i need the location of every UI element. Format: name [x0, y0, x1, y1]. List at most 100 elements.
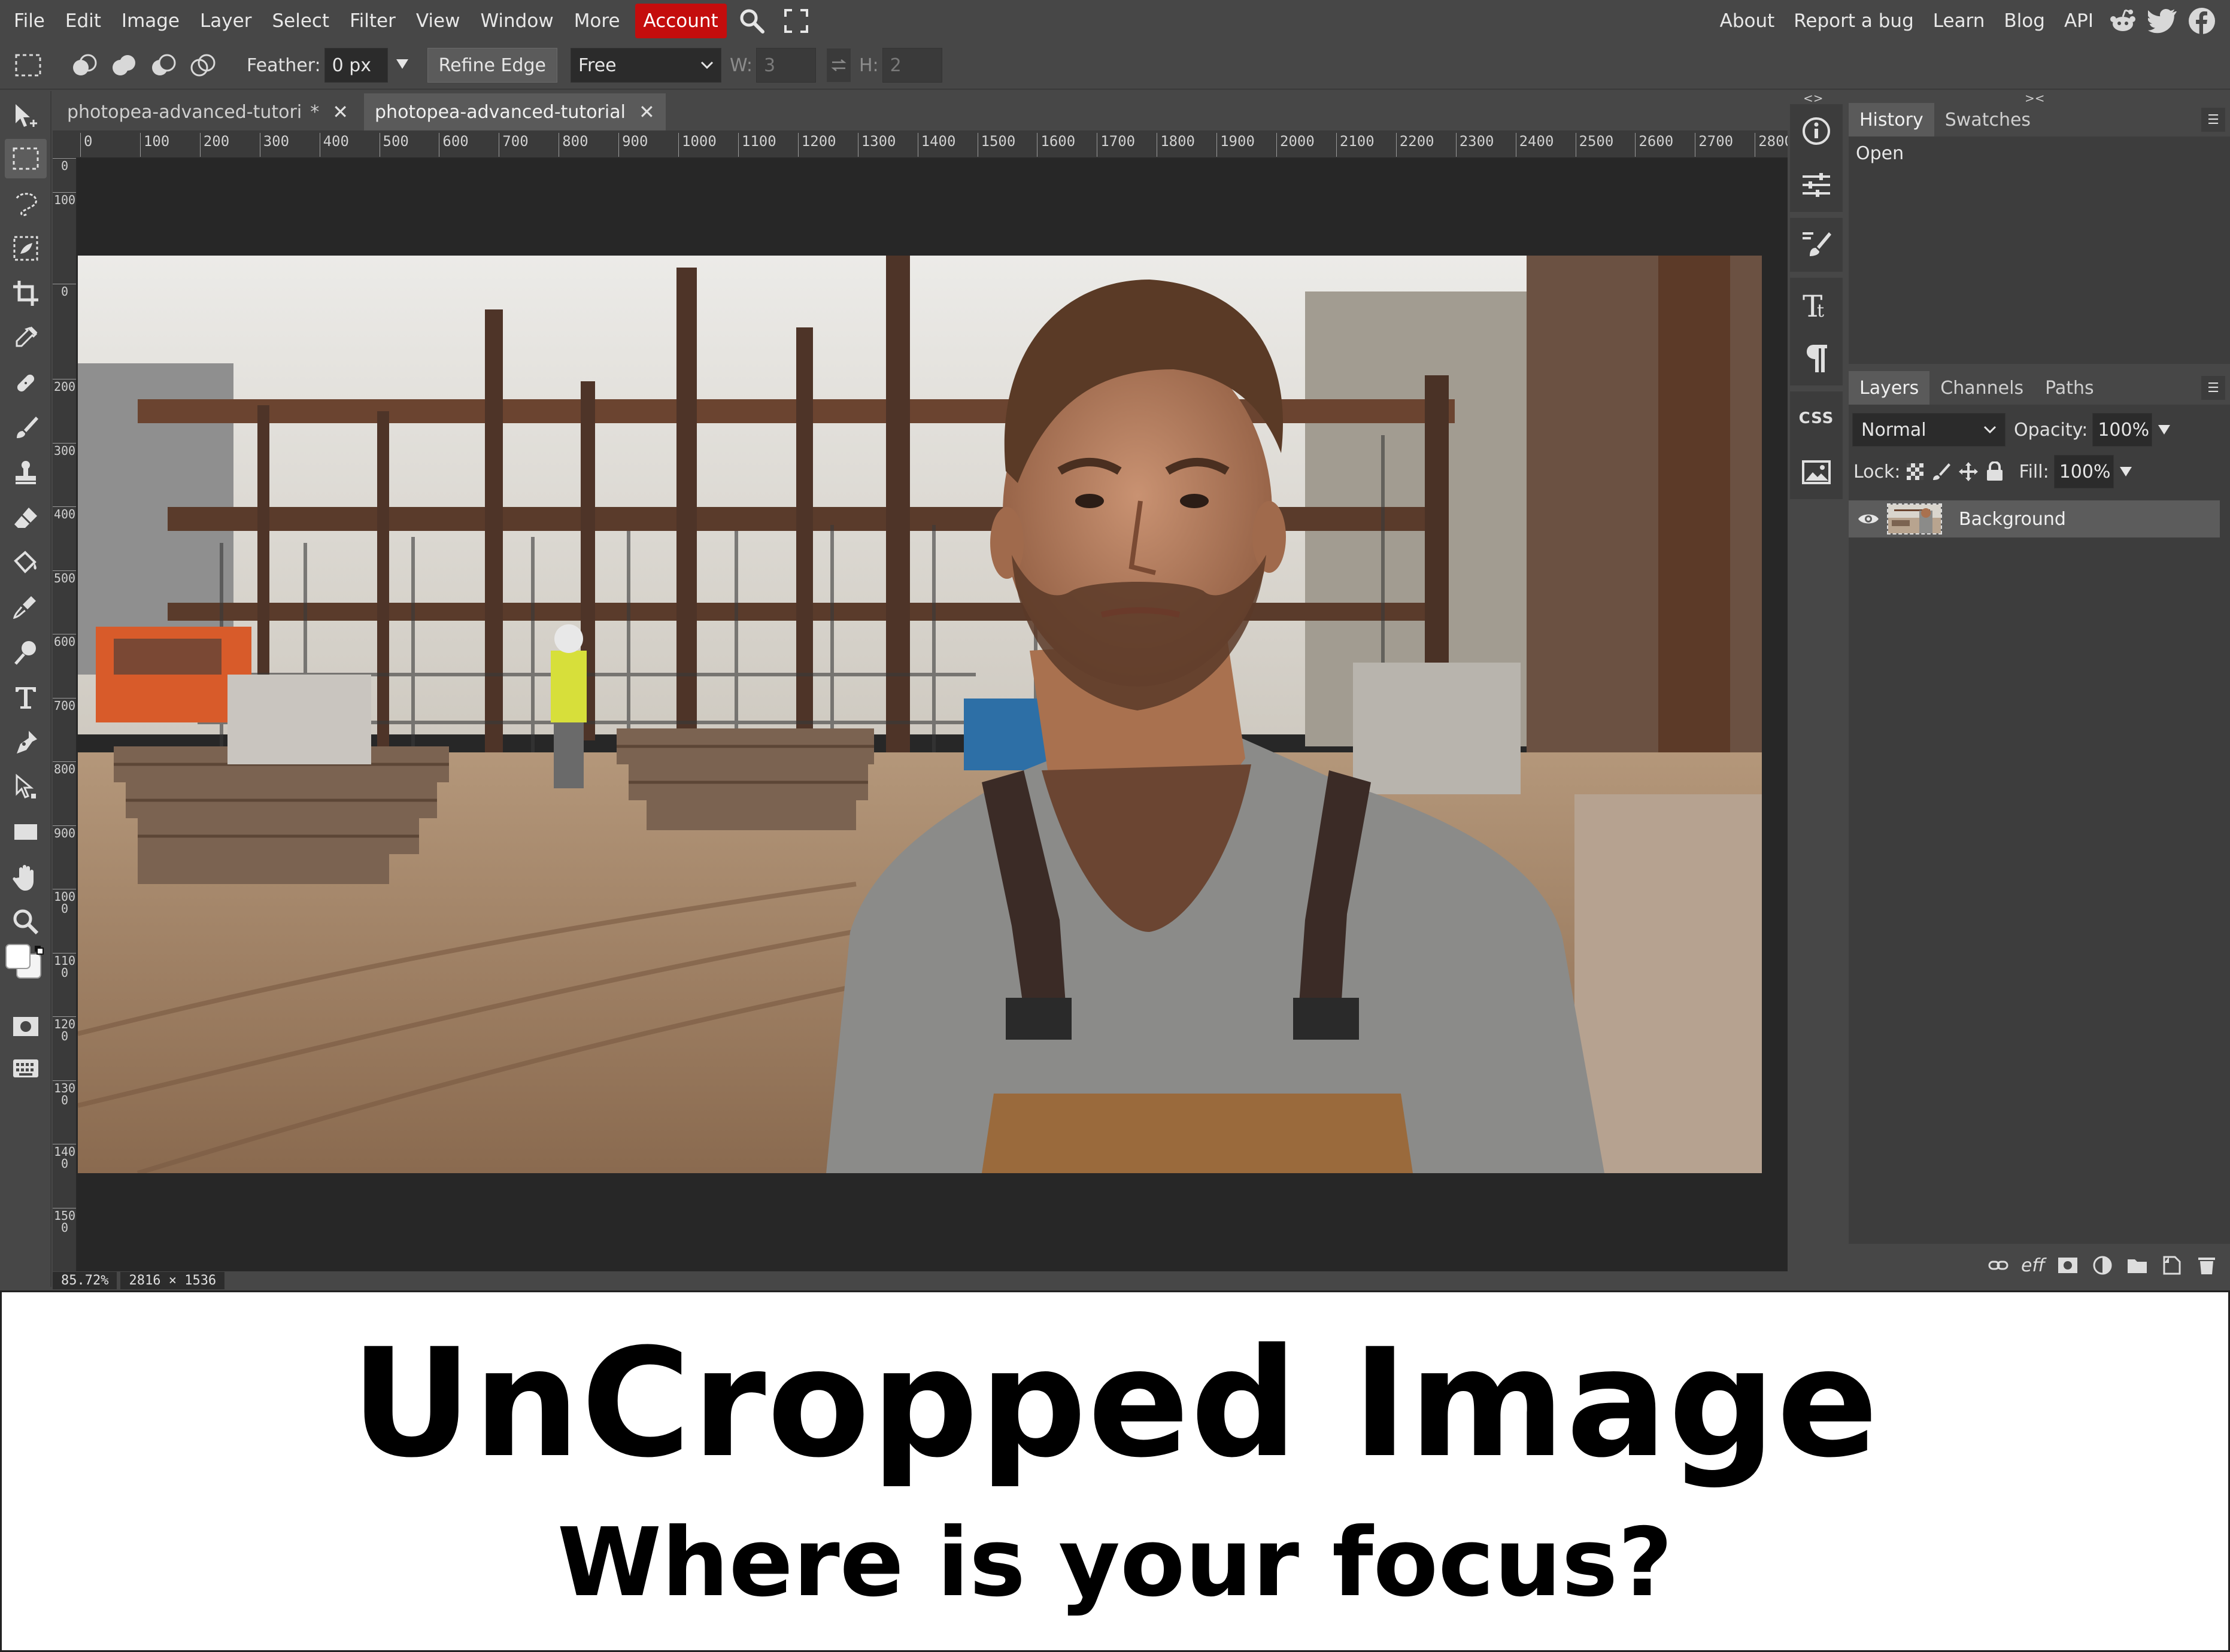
- feather-input[interactable]: 0 px: [324, 48, 388, 83]
- adjustments-icon[interactable]: [1790, 158, 1843, 212]
- feather-dropdown-icon[interactable]: [395, 58, 409, 72]
- quick-select-tool-icon[interactable]: [5, 229, 47, 268]
- lock-move-icon[interactable]: [1958, 461, 1979, 482]
- hand-tool-icon[interactable]: [5, 857, 47, 897]
- paint-bucket-tool-icon[interactable]: [5, 543, 47, 582]
- quick-mask-icon[interactable]: [5, 1007, 47, 1046]
- info-icon[interactable]: [1790, 104, 1843, 158]
- close-icon[interactable]: ✕: [332, 101, 348, 123]
- css-icon[interactable]: CSS: [1790, 391, 1843, 445]
- canvas-area[interactable]: [77, 158, 1788, 1271]
- path-select-tool-icon[interactable]: [5, 767, 47, 807]
- type-tool-icon[interactable]: [5, 678, 47, 717]
- layer-effects-icon[interactable]: eff: [2016, 1248, 2050, 1283]
- character-icon[interactable]: Tt: [1790, 278, 1843, 332]
- adjustment-layer-icon[interactable]: [2085, 1248, 2120, 1283]
- facebook-icon[interactable]: [2182, 0, 2222, 42]
- menu-about[interactable]: About: [1710, 4, 1785, 38]
- collapse-arrows-icon[interactable]: <>: [1803, 91, 1824, 105]
- ruler-tick-label: 900: [53, 825, 76, 840]
- menu-more[interactable]: More: [564, 4, 630, 38]
- layer-name[interactable]: Background: [1959, 509, 2066, 530]
- zoom-level[interactable]: 85.72%: [53, 1271, 117, 1289]
- blend-mode-select[interactable]: Normal: [1852, 413, 2006, 447]
- ruler-tick-label: 0: [80, 133, 92, 157]
- menu-api[interactable]: API: [2055, 4, 2103, 38]
- height-input[interactable]: 2: [882, 48, 942, 83]
- intersect-selection-icon[interactable]: [183, 45, 223, 85]
- new-group-icon[interactable]: [2120, 1248, 2155, 1283]
- reddit-icon[interactable]: [2103, 0, 2143, 42]
- swap-icon[interactable]: [826, 48, 851, 82]
- layer-row[interactable]: Background: [1849, 500, 2220, 537]
- eye-icon[interactable]: [1857, 511, 1880, 527]
- subtract-selection-icon[interactable]: [144, 45, 183, 85]
- smudge-tool-icon[interactable]: [5, 588, 47, 627]
- rectangle-tool-icon[interactable]: [5, 812, 47, 852]
- pen-tool-icon[interactable]: [5, 722, 47, 762]
- menu-select[interactable]: Select: [262, 4, 339, 38]
- move-tool-icon[interactable]: [5, 96, 47, 135]
- menu-edit[interactable]: Edit: [55, 4, 111, 38]
- document-image[interactable]: [78, 256, 1762, 1173]
- keyboard-icon[interactable]: [5, 1049, 47, 1088]
- menu-blog[interactable]: Blog: [1994, 4, 2055, 38]
- menu-image[interactable]: Image: [111, 4, 190, 38]
- history-item[interactable]: Open: [1849, 136, 2230, 170]
- crop-tool-icon[interactable]: [5, 274, 47, 313]
- new-selection-icon[interactable]: [65, 45, 104, 85]
- lasso-tool-icon[interactable]: [5, 184, 47, 223]
- new-layer-icon[interactable]: [2155, 1248, 2189, 1283]
- width-input[interactable]: 3: [756, 48, 816, 83]
- opacity-input[interactable]: 100%: [2092, 413, 2153, 447]
- marquee-tool-icon[interactable]: [8, 45, 48, 85]
- tab-history[interactable]: History: [1849, 103, 1934, 136]
- lock-transparency-icon[interactable]: [1906, 462, 1925, 481]
- menu-view[interactable]: View: [406, 4, 471, 38]
- rectangle-select-tool-icon[interactable]: [5, 139, 47, 178]
- opacity-dropdown-icon[interactable]: [2157, 424, 2171, 436]
- menu-filter[interactable]: Filter: [339, 4, 406, 38]
- paragraph-icon[interactable]: [1790, 332, 1843, 385]
- menu-learn[interactable]: Learn: [1923, 4, 1995, 38]
- brush-settings-icon[interactable]: [1790, 218, 1843, 272]
- caption-subtitle: Where is your focus?: [557, 1508, 1673, 1618]
- menu-file[interactable]: File: [4, 4, 55, 38]
- clone-stamp-tool-icon[interactable]: [5, 453, 47, 493]
- close-icon[interactable]: ✕: [639, 101, 655, 123]
- tab-swatches[interactable]: Swatches: [1934, 103, 2041, 136]
- document-tab-1[interactable]: photopea-advanced-tutori * ✕: [56, 93, 359, 130]
- eyedropper-tool-icon[interactable]: [5, 318, 47, 358]
- fill-input[interactable]: 100%: [2053, 455, 2114, 488]
- lock-all-icon[interactable]: [1986, 461, 2004, 482]
- tab-layers[interactable]: Layers: [1849, 371, 1930, 405]
- add-selection-icon[interactable]: [104, 45, 144, 85]
- dodge-tool-icon[interactable]: [5, 633, 47, 672]
- menu-report-bug[interactable]: Report a bug: [1784, 4, 1923, 38]
- color-swatches-icon[interactable]: [1, 941, 51, 989]
- document-tab-2[interactable]: photopea-advanced-tutorial ✕: [364, 93, 666, 130]
- style-select[interactable]: Free: [570, 48, 721, 83]
- refine-edge-button[interactable]: Refine Edge: [427, 48, 557, 83]
- fullscreen-icon[interactable]: [777, 4, 815, 38]
- add-mask-icon[interactable]: [2050, 1248, 2085, 1283]
- menu-window[interactable]: Window: [470, 4, 563, 38]
- account-button[interactable]: Account: [635, 4, 727, 38]
- delete-layer-icon[interactable]: [2189, 1248, 2224, 1283]
- zoom-tool-icon[interactable]: [5, 902, 47, 942]
- lock-paint-icon[interactable]: [1932, 462, 1951, 481]
- eraser-tool-icon[interactable]: [5, 498, 47, 537]
- tab-paths[interactable]: Paths: [2034, 371, 2105, 405]
- fill-dropdown-icon[interactable]: [2119, 466, 2133, 478]
- link-layers-icon[interactable]: [1981, 1248, 2016, 1283]
- twitter-icon[interactable]: [2143, 0, 2182, 42]
- tab-channels[interactable]: Channels: [1929, 371, 2034, 405]
- panel-menu-icon[interactable]: ☰: [2201, 108, 2225, 132]
- brush-tool-icon[interactable]: [5, 408, 47, 448]
- menu-layer[interactable]: Layer: [190, 4, 262, 38]
- healing-brush-tool-icon[interactable]: [5, 363, 47, 403]
- image-icon[interactable]: [1790, 445, 1843, 499]
- search-icon[interactable]: [733, 4, 771, 38]
- panel-menu-icon[interactable]: ☰: [2201, 376, 2225, 400]
- options-bar: Feather: 0 px Refine Edge Free W: 3 H: 2: [0, 42, 2230, 90]
